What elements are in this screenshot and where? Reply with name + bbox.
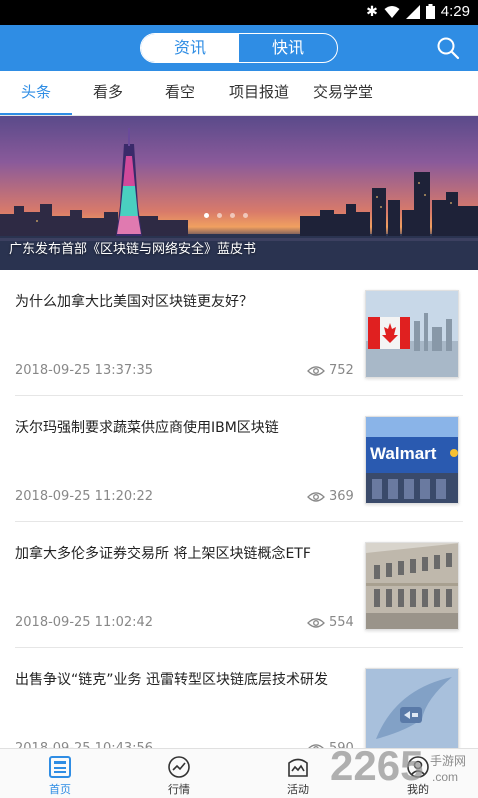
carousel-dot[interactable] [243,213,248,218]
news-timestamp: 2018-09-25 11:20:22 [15,489,154,504]
view-count: 369 [307,489,354,504]
eye-icon [307,365,325,376]
view-count: 554 [307,615,354,630]
news-title: 沃尔玛强制要求蔬菜供应商使用IBM区块链 [15,420,279,436]
tab-project-reports[interactable]: 项目报道 [222,71,296,116]
watermark-domain: .com [432,770,459,784]
eye-icon [307,491,325,502]
carousel-dot[interactable] [230,213,235,218]
view-count: 752 [307,363,354,378]
tab-bullish[interactable]: 看多 [72,71,144,116]
building-image [366,543,458,629]
canada-flag-image [366,291,458,377]
segment-flash[interactable]: 快讯 [239,34,337,62]
view-count-value: 752 [329,363,354,378]
nav-label: 首页 [49,783,71,796]
battery-icon [425,4,435,19]
signal-icon [405,4,420,19]
news-title: 出售争议“链克”业务 迅雷转型区块链底层技术研发 [15,672,328,688]
app-header: 资讯 快讯 [0,25,478,71]
news-thumbnail: Walmart [365,416,459,504]
nav-activity[interactable]: 活动 [258,749,338,798]
wifi-icon [384,5,400,18]
segment-news[interactable]: 资讯 [141,34,239,62]
svg-text:Walmart: Walmart [370,444,437,463]
watermark-subtext: 手游网 [430,754,467,768]
tab-indicator [0,113,72,115]
news-item[interactable]: 加拿大多伦多证券交易所 将上架区块链概念ETF 2018-09-25 11:02… [15,522,463,648]
category-tabs: 头条 看多 看空 项目报道 交易学堂 [0,71,478,116]
news-item[interactable]: 沃尔玛强制要求蔬菜供应商使用IBM区块链 2018-09-25 11:20:22… [15,396,463,522]
tab-trading-school[interactable]: 交易学堂 [306,71,380,116]
tab-bearish[interactable]: 看空 [144,71,216,116]
segment-control: 资讯 快讯 [140,33,338,63]
nav-market[interactable]: 行情 [139,749,219,798]
home-icon [49,756,71,778]
clock: 4:29 [440,3,470,20]
carousel-indicator [204,213,248,218]
tab-headlines[interactable]: 头条 [0,71,72,116]
news-timestamp: 2018-09-25 11:02:42 [15,615,154,630]
news-item[interactable]: 为什么加拿大比美国对区块链更友好？ 2018-09-25 13:37:35 75… [15,270,463,396]
nav-label: 行情 [168,783,190,796]
view-count-value: 369 [329,489,354,504]
news-title: 加拿大多伦多证券交易所 将上架区块链概念ETF [15,546,311,562]
view-count-value: 554 [329,615,354,630]
watermark-number: 2265 [330,742,424,789]
status-bar: ✱ 4:29 [0,0,478,25]
news-thumbnail [365,290,459,378]
nav-home[interactable]: 首页 [20,749,100,798]
banner-carousel[interactable]: 广东发布首部《区块链与网络安全》蓝皮书 [0,116,478,270]
news-title: 为什么加拿大比美国对区块链更友好？ [15,294,253,310]
nav-label: 活动 [287,783,309,796]
news-timestamp: 2018-09-25 13:37:35 [15,363,154,378]
search-icon[interactable] [436,36,460,60]
carousel-dot[interactable] [204,213,209,218]
eye-icon [307,617,325,628]
activity-icon [288,758,308,777]
chart-icon [168,756,190,778]
news-thumbnail [365,542,459,630]
bluetooth-icon: ✱ [366,3,378,20]
site-watermark: 2265 手游网 .com [330,742,478,798]
banner-caption: 广东发布首部《区块链与网络安全》蓝皮书 [9,242,257,257]
carousel-dot[interactable] [217,213,222,218]
walmart-store-image: Walmart [366,417,458,503]
